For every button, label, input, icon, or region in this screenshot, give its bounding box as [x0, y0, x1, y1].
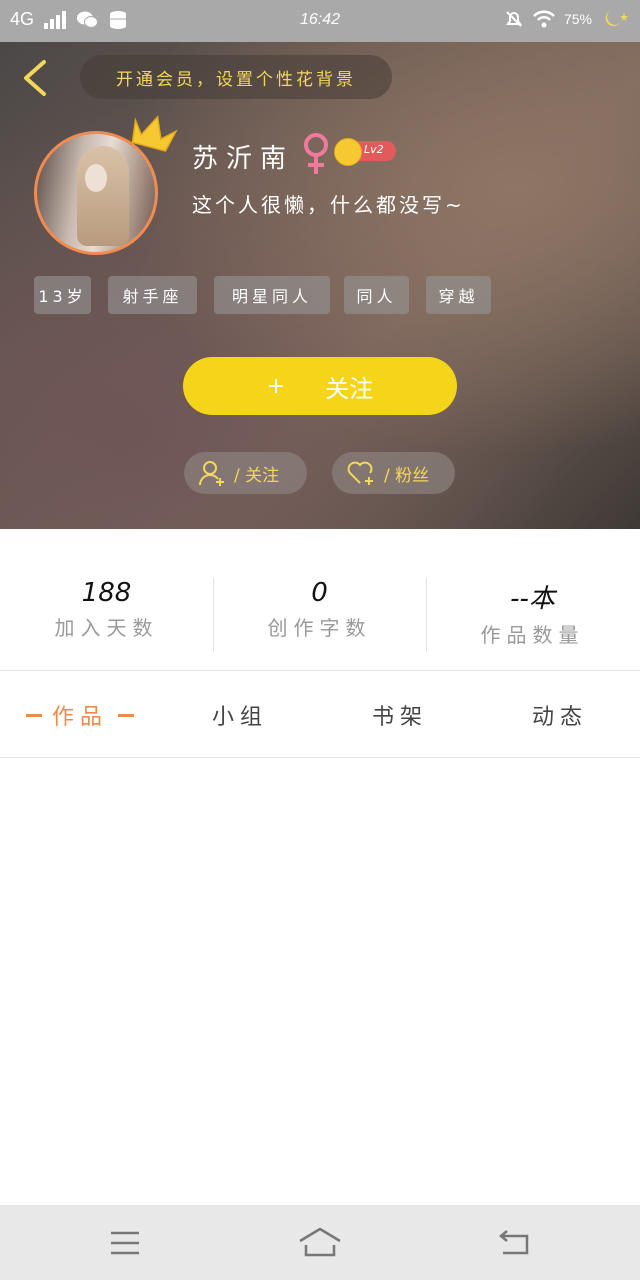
stat-value: 0 — [311, 578, 328, 608]
stat-label: 作品数量 — [480, 623, 585, 647]
tab-label: 小组 — [211, 705, 268, 730]
level-text: Lv2 — [364, 143, 384, 156]
stat-label: 创作字数 — [267, 616, 372, 640]
tag-fandom: 明星同人 — [214, 276, 330, 314]
follow-label: 关注 — [325, 374, 374, 403]
tab-label: 动态 — [531, 705, 588, 730]
tab-activity[interactable]: 动态 — [480, 672, 640, 758]
system-nav-bar — [0, 1205, 640, 1280]
stat-days-joined: 188 加入天数 — [0, 578, 213, 652]
moon-star-icon — [605, 11, 628, 27]
fans-label: / 粉丝 — [384, 465, 430, 486]
female-icon — [304, 133, 328, 174]
tab-label: 作品 — [51, 705, 108, 730]
active-indicator — [25, 713, 42, 717]
tab-bookshelf[interactable]: 书架 — [320, 672, 480, 758]
user-name: 苏沂南 — [192, 144, 295, 174]
avatar-face — [85, 164, 107, 192]
content-tabs: 作品 小组 书架 动态 — [0, 672, 640, 758]
stat-divider — [213, 578, 214, 652]
follow-button[interactable]: + 关注 — [183, 357, 457, 415]
fans-button[interactable]: / 粉丝 — [332, 452, 455, 494]
tag-age: 13岁 — [34, 276, 91, 314]
stat-divider — [426, 578, 427, 652]
stat-value: 188 — [81, 578, 132, 608]
status-right: 75% — [504, 9, 630, 29]
divider — [0, 670, 640, 671]
add-user-icon — [199, 461, 224, 486]
stat-value: --本 — [510, 584, 555, 614]
tab-works[interactable]: 作品 — [0, 672, 160, 758]
mute-bell-icon — [506, 11, 522, 27]
following-button[interactable]: / 关注 — [184, 452, 307, 494]
menu-icon[interactable] — [105, 1223, 145, 1263]
return-icon[interactable] — [495, 1223, 535, 1263]
tab-groups[interactable]: 小组 — [160, 672, 320, 758]
set-background-tip[interactable]: 开通会员，设置个性花背景 — [80, 55, 392, 99]
following-label: / 关注 — [234, 465, 280, 486]
plus-icon: + — [266, 373, 286, 399]
avatar-hair — [77, 146, 129, 246]
divider — [0, 757, 640, 758]
active-indicator — [118, 713, 134, 717]
crown-icon — [131, 115, 178, 152]
status-bar: 4G 16:42 75% — [0, 0, 640, 42]
stat-works-count: --本 作品数量 — [426, 578, 639, 652]
stat-label: 加入天数 — [54, 616, 159, 640]
wifi-icon — [533, 10, 555, 28]
tab-label: 书架 — [371, 705, 428, 730]
profile-header: 开通会员，设置个性花背景 苏沂南 Lv2 这个人很懒，什么都没写~ 13岁 射手… — [0, 42, 640, 529]
tag-fanfic: 同人 — [344, 276, 409, 314]
tag-time-travel: 穿越 — [426, 276, 491, 314]
stat-word-count: 0 创作字数 — [213, 578, 426, 652]
back-arrow-icon[interactable] — [18, 58, 52, 98]
user-bio: 这个人很懒，什么都没写~ — [192, 193, 465, 217]
tag-zodiac: 射手座 — [108, 276, 197, 314]
level-badge: Lv2 — [334, 138, 396, 166]
heart-plus-icon — [347, 461, 373, 485]
crown-coin-icon — [334, 138, 362, 166]
stats-row: 188 加入天数 0 创作字数 --本 作品数量 — [0, 578, 640, 652]
battery-percent: 75% — [563, 11, 592, 27]
home-icon[interactable] — [298, 1223, 342, 1263]
